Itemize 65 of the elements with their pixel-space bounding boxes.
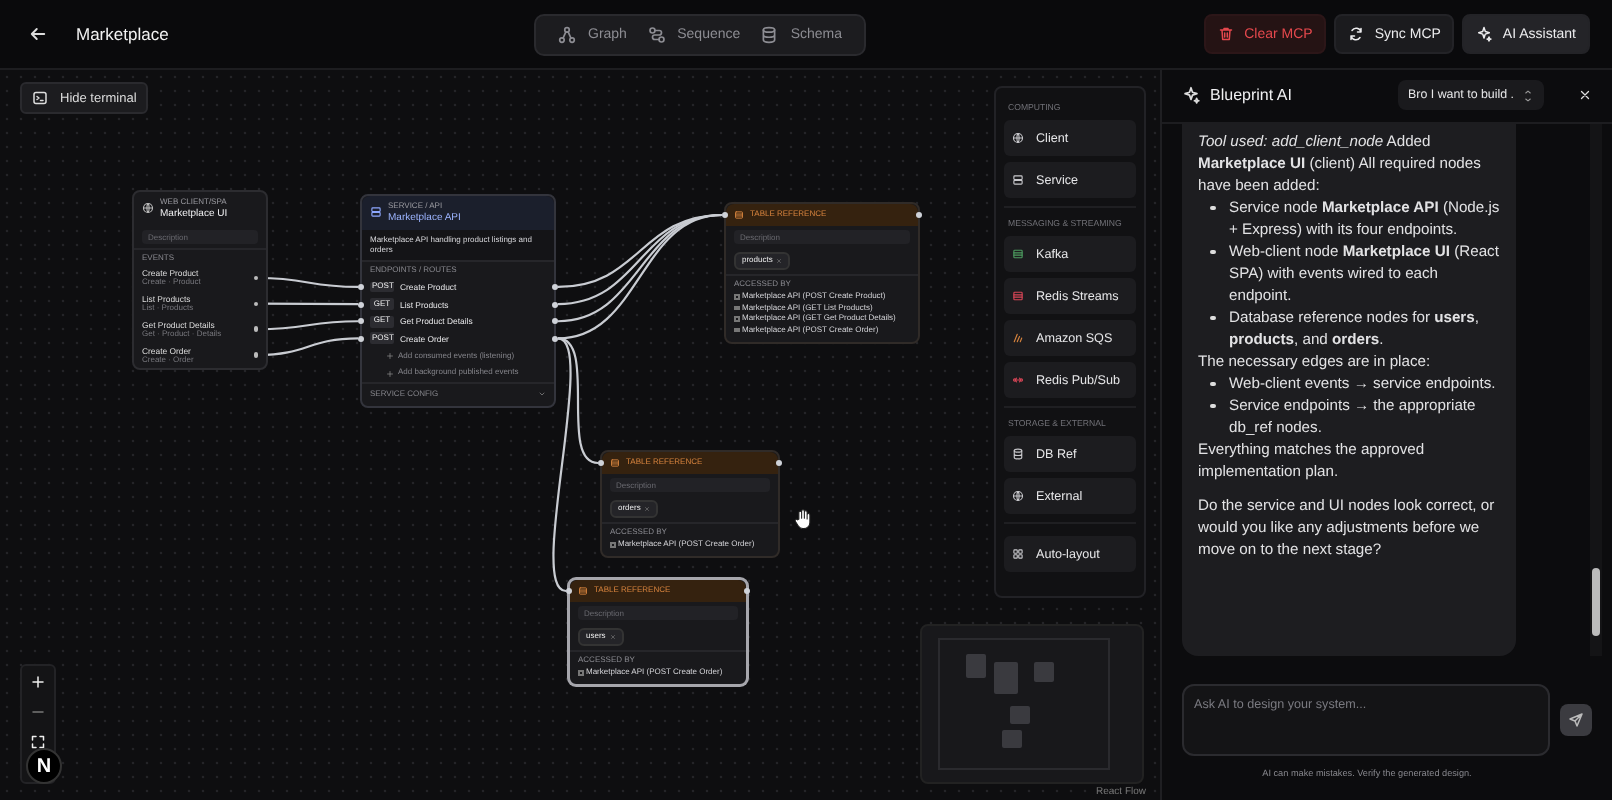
server-icon	[1012, 174, 1024, 186]
port-handle[interactable]	[358, 283, 364, 290]
back-arrow-icon[interactable]	[28, 24, 48, 44]
checkbox-square	[734, 316, 739, 322]
port-handle[interactable]	[253, 275, 258, 281]
port-handle[interactable]	[358, 318, 364, 325]
grid-icon	[1012, 248, 1024, 260]
port-handle[interactable]	[552, 318, 558, 325]
server-icon	[370, 206, 382, 219]
link-icon	[647, 25, 666, 43]
port-handle[interactable]	[358, 335, 364, 342]
bullet-icon	[1210, 249, 1215, 254]
globe-icon	[142, 202, 154, 215]
send-button[interactable]	[1560, 704, 1592, 736]
globe-icon	[1012, 132, 1024, 144]
port-handle[interactable]	[253, 301, 258, 307]
port-handle[interactable]	[566, 588, 572, 594]
service-node[interactable]	[360, 194, 556, 408]
table-icon	[610, 458, 620, 468]
port-handle[interactable]	[744, 588, 750, 594]
send-icon	[1568, 712, 1585, 728]
port-handle[interactable]	[253, 326, 258, 332]
grid-icon	[1012, 290, 1024, 302]
bullet-icon	[1210, 403, 1215, 408]
trash-icon	[1218, 26, 1235, 42]
database-icon	[1012, 448, 1024, 460]
scrollbar-thumb[interactable]	[1592, 568, 1600, 636]
bullet-icon	[1210, 205, 1215, 210]
checkbox-square	[734, 327, 739, 333]
port-handle[interactable]	[253, 352, 258, 358]
sparkle-icon	[1182, 86, 1200, 104]
page-title: Marketplace	[76, 24, 169, 44]
port-handle[interactable]	[722, 212, 728, 218]
checkbox-square	[610, 542, 615, 548]
connection-icon	[1012, 374, 1024, 386]
port-handle[interactable]	[776, 460, 782, 466]
globe-icon	[1012, 490, 1024, 502]
scrollbar[interactable]	[1590, 124, 1602, 656]
hand-cursor-icon	[792, 508, 814, 530]
table-icon	[734, 210, 744, 220]
graph-icon	[558, 25, 576, 43]
port-handle[interactable]	[552, 283, 558, 290]
database-icon	[760, 25, 779, 43]
port-handle[interactable]	[552, 301, 558, 308]
port-handle[interactable]	[598, 460, 604, 466]
bars-icon	[1012, 332, 1024, 344]
chevron-up-down-icon	[1522, 89, 1534, 101]
checkbox-square	[578, 670, 583, 676]
port-handle[interactable]	[552, 335, 558, 342]
table-icon	[578, 586, 588, 596]
checkbox-square	[734, 305, 739, 311]
bullet-icon	[1210, 381, 1215, 386]
grid-icon	[1012, 548, 1024, 560]
port-handle[interactable]	[358, 301, 364, 308]
port-handle[interactable]	[916, 212, 922, 218]
fit-view-icon[interactable]	[30, 734, 46, 750]
plus-icon	[386, 351, 394, 360]
zoom-in-icon[interactable]	[30, 674, 46, 690]
checkbox-square	[734, 294, 739, 300]
bullet-icon	[1210, 315, 1215, 320]
refresh-icon	[1348, 26, 1365, 42]
panel-title: Blueprint AI	[1210, 86, 1294, 104]
sparkle-icon	[1476, 26, 1493, 42]
plus-icon	[386, 369, 394, 378]
terminal-icon	[32, 90, 48, 106]
